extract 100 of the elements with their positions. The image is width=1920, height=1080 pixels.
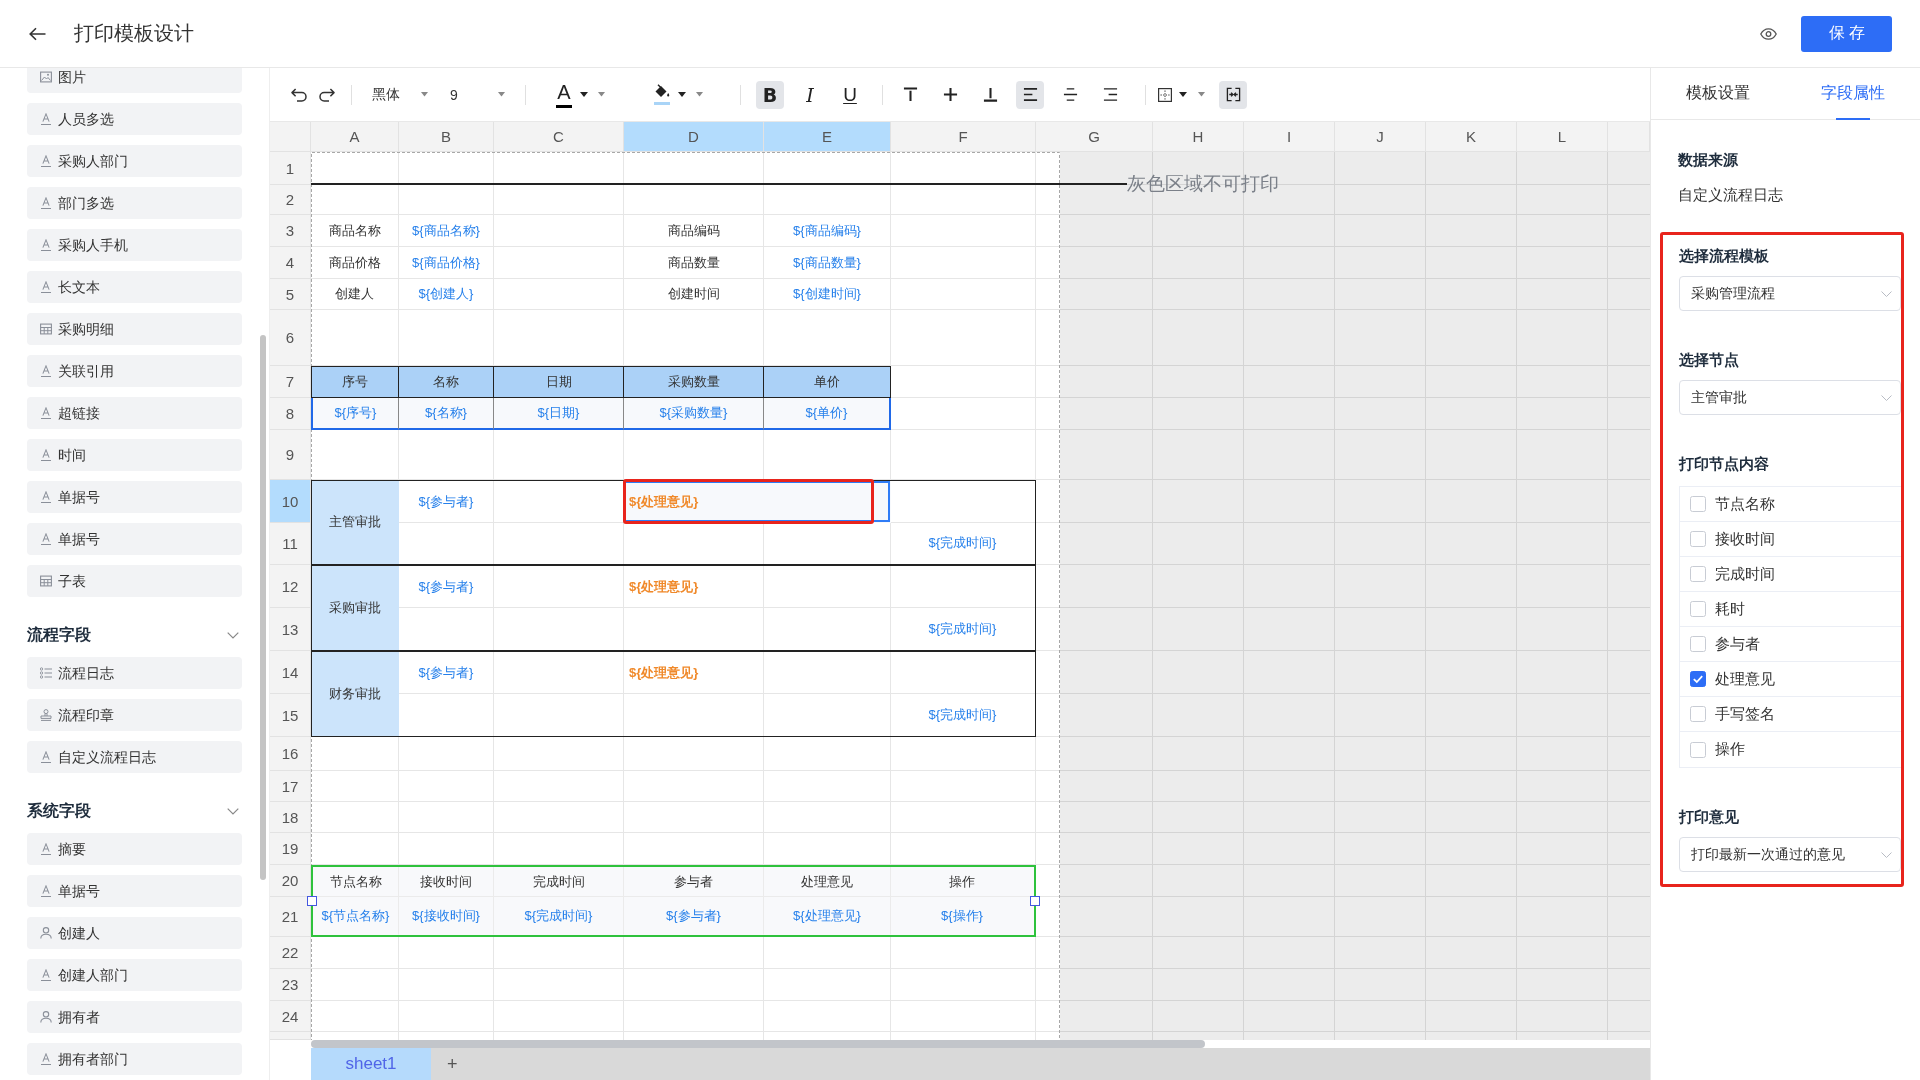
font-dropdown[interactable]: 黑体 bbox=[370, 80, 432, 109]
row-header[interactable]: 19 bbox=[270, 833, 311, 865]
sidebar-item[interactable]: 流程日志 bbox=[27, 657, 242, 689]
column-header[interactable]: C bbox=[494, 122, 624, 152]
panel-tab[interactable]: 字段属性 bbox=[1785, 68, 1920, 119]
checkbox[interactable] bbox=[1690, 566, 1706, 582]
sheet-cell[interactable]: ${创建时间} bbox=[764, 279, 891, 310]
sidebar-item[interactable]: 单据号 bbox=[27, 523, 242, 555]
sheet-cell[interactable]: 商品价格 bbox=[311, 247, 399, 279]
row-header[interactable]: 3 bbox=[270, 215, 311, 247]
column-header[interactable]: J bbox=[1335, 122, 1426, 152]
sheet-cell[interactable]: ${序号} bbox=[311, 398, 399, 430]
sheet-cell[interactable]: ${完成时间} bbox=[891, 608, 1035, 650]
sidebar-item[interactable]: 创建人 bbox=[27, 917, 242, 949]
sidebar-item[interactable]: 超链接 bbox=[27, 397, 242, 429]
sheet-cell[interactable]: 创建人 bbox=[311, 279, 399, 310]
row-header[interactable]: 7 bbox=[270, 366, 311, 398]
checkbox[interactable] bbox=[1690, 741, 1706, 758]
checkbox[interactable] bbox=[1690, 531, 1706, 547]
italic-button[interactable]: I bbox=[796, 80, 824, 109]
dropdown[interactable]: 打印最新一次通过的意见 bbox=[1679, 837, 1901, 872]
sheet-cell[interactable]: ${完成时间} bbox=[891, 694, 1035, 736]
resize-handle[interactable] bbox=[1030, 896, 1040, 906]
sheet-cell[interactable]: 接收时间 bbox=[399, 867, 494, 897]
sidebar-item[interactable]: 流程印章 bbox=[27, 699, 242, 731]
sheet-cell[interactable]: 商品编码 bbox=[624, 215, 764, 247]
row-header[interactable]: 13 bbox=[270, 608, 311, 651]
row-header[interactable]: 22 bbox=[270, 937, 311, 969]
sidebar-item[interactable]: 长文本 bbox=[27, 271, 242, 303]
checkbox[interactable] bbox=[1690, 706, 1706, 722]
font-color-button[interactable]: A bbox=[552, 79, 608, 110]
scrollbar[interactable] bbox=[260, 335, 266, 880]
sheet-cell[interactable]: 序号 bbox=[311, 366, 399, 398]
sidebar-item[interactable]: 摘要 bbox=[27, 833, 242, 865]
corner-cell[interactable] bbox=[270, 122, 311, 152]
row-header[interactable]: 9 bbox=[270, 430, 311, 480]
sheet-cell[interactable]: ${参与者} bbox=[399, 566, 494, 608]
eye-icon[interactable] bbox=[1760, 27, 1777, 40]
sidebar-item[interactable]: 拥有者部门 bbox=[27, 1043, 242, 1075]
sheet-cell[interactable]: 财务审批 bbox=[312, 652, 399, 736]
sheet-cell[interactable]: 日期 bbox=[494, 366, 624, 398]
sheet-cell[interactable]: ${接收时间} bbox=[399, 897, 494, 935]
sidebar-item[interactable]: 采购人部门 bbox=[27, 145, 242, 177]
row-header[interactable]: 10 bbox=[270, 480, 311, 523]
row-header[interactable]: 23 bbox=[270, 969, 311, 1001]
sidebar-item[interactable]: 部门多选 bbox=[27, 187, 242, 219]
sheet-cell[interactable]: ${单价} bbox=[764, 398, 891, 430]
horizontal-scrollbar[interactable] bbox=[311, 1040, 1205, 1048]
dropdown[interactable]: 主管审批 bbox=[1679, 380, 1901, 415]
sheet-cell[interactable]: 节点名称 bbox=[313, 867, 399, 897]
row-header[interactable]: 16 bbox=[270, 737, 311, 771]
column-header[interactable]: I bbox=[1244, 122, 1335, 152]
column-header[interactable]: K bbox=[1426, 122, 1517, 152]
row-header[interactable]: 4 bbox=[270, 247, 311, 279]
column-header[interactable]: E bbox=[764, 122, 891, 152]
section-header[interactable]: 系统字段 bbox=[27, 798, 242, 824]
row-header[interactable]: 14 bbox=[270, 651, 311, 694]
section-header[interactable]: 流程字段 bbox=[27, 622, 242, 648]
sheet-cell[interactable]: 名称 bbox=[399, 366, 494, 398]
sheet-cell[interactable]: ${采购数量} bbox=[624, 398, 764, 430]
sheet-cell[interactable]: ${参与者} bbox=[624, 897, 764, 935]
sheet-cell[interactable]: ${节点名称} bbox=[313, 897, 399, 935]
column-header[interactable]: G bbox=[1036, 122, 1153, 152]
row-header[interactable]: 6 bbox=[270, 310, 311, 366]
row-header[interactable]: 2 bbox=[270, 185, 311, 215]
sidebar-item[interactable]: 拥有者 bbox=[27, 1001, 242, 1033]
panel-tab[interactable]: 模板设置 bbox=[1651, 68, 1786, 119]
checkbox[interactable] bbox=[1690, 601, 1706, 617]
back-arrow-icon[interactable] bbox=[29, 26, 46, 41]
sheet-cell[interactable]: ${完成时间} bbox=[494, 897, 624, 935]
merge-cells-button[interactable] bbox=[1219, 80, 1247, 109]
sidebar-item[interactable]: 人员多选 bbox=[27, 103, 242, 135]
column-header[interactable]: F bbox=[891, 122, 1036, 152]
add-sheet-button[interactable]: + bbox=[443, 1053, 462, 1075]
sheet-cell[interactable]: ${日期} bbox=[494, 398, 624, 430]
row-header[interactable]: 18 bbox=[270, 802, 311, 833]
align-left-button[interactable] bbox=[1016, 80, 1044, 109]
sheet-cell[interactable]: ${商品价格} bbox=[399, 247, 494, 279]
sidebar-item[interactable]: 关联引用 bbox=[27, 355, 242, 387]
underline-button[interactable]: U bbox=[836, 80, 864, 109]
row-header[interactable]: 15 bbox=[270, 694, 311, 737]
undo-icon[interactable] bbox=[291, 87, 307, 102]
sidebar-item[interactable]: 创建人部门 bbox=[27, 959, 242, 991]
sheet-cell[interactable]: ${创建人} bbox=[399, 279, 494, 310]
font-size-dropdown[interactable]: 9 bbox=[448, 80, 509, 109]
dropdown[interactable]: 采购管理流程 bbox=[1679, 276, 1901, 311]
sheet-cell[interactable]: 完成时间 bbox=[494, 867, 624, 897]
column-header[interactable]: B bbox=[399, 122, 494, 152]
sheet-cell[interactable]: 主管审批 bbox=[312, 481, 399, 564]
sheet-cell[interactable]: 商品数量 bbox=[624, 247, 764, 279]
sheet-cell[interactable]: 参与者 bbox=[624, 867, 764, 897]
redo-icon[interactable] bbox=[319, 87, 335, 102]
sidebar-item[interactable]: 采购明细 bbox=[27, 313, 242, 345]
sheet-cell[interactable]: ${名称} bbox=[399, 398, 494, 430]
sidebar-item[interactable]: 子表 bbox=[27, 565, 242, 597]
sheet-cell[interactable]: ${参与者} bbox=[399, 652, 494, 694]
sheet-cell[interactable]: ${参与者} bbox=[399, 481, 494, 523]
column-header[interactable]: H bbox=[1153, 122, 1244, 152]
row-header[interactable]: 20 bbox=[270, 865, 311, 897]
checkbox[interactable] bbox=[1690, 671, 1706, 687]
